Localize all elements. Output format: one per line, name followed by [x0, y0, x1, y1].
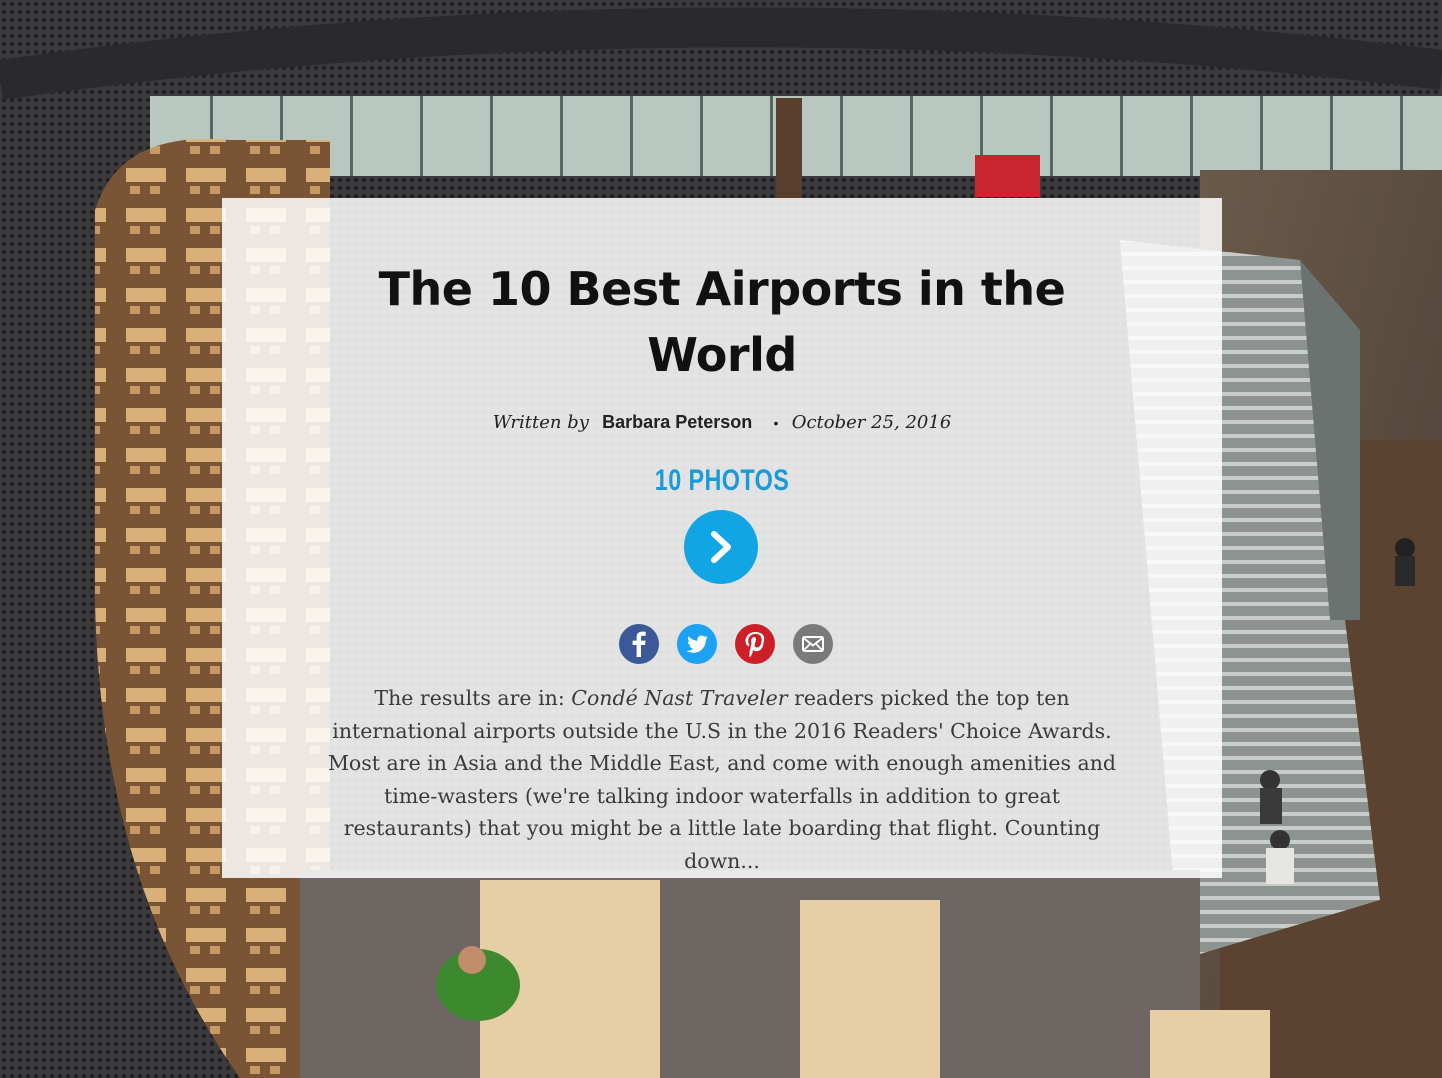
pinterest-share-button[interactable]	[735, 624, 775, 664]
gallery-next-button[interactable]	[684, 510, 758, 584]
twitter-icon	[686, 635, 708, 653]
byline: Written by Barbara Peterson • October 25…	[222, 412, 1222, 434]
publish-date: October 25, 2016	[791, 412, 952, 433]
author-link[interactable]: Barbara Peterson	[602, 412, 752, 432]
article-intro: The results are in: Condé Nast Traveler …	[318, 682, 1126, 877]
publication-name: Condé Nast Traveler	[571, 686, 788, 710]
share-bar	[222, 624, 1226, 664]
byline-prefix: Written by	[492, 412, 589, 433]
chevron-right-icon	[711, 531, 731, 563]
photo-count-label[interactable]: 10 PHOTOS	[332, 464, 1112, 498]
twitter-share-button[interactable]	[677, 624, 717, 664]
byline-separator: •	[773, 415, 779, 431]
article-card: The 10 Best Airports in the World Writte…	[222, 198, 1222, 878]
facebook-share-button[interactable]	[619, 624, 659, 664]
intro-text-rest: readers picked the top ten international…	[327, 686, 1117, 873]
facebook-icon	[632, 631, 646, 657]
email-share-button[interactable]	[793, 624, 833, 664]
pinterest-icon	[745, 632, 765, 658]
intro-text-start: The results are in:	[374, 686, 572, 710]
email-icon	[802, 636, 824, 652]
article-title: The 10 Best Airports in the World	[378, 262, 1066, 382]
